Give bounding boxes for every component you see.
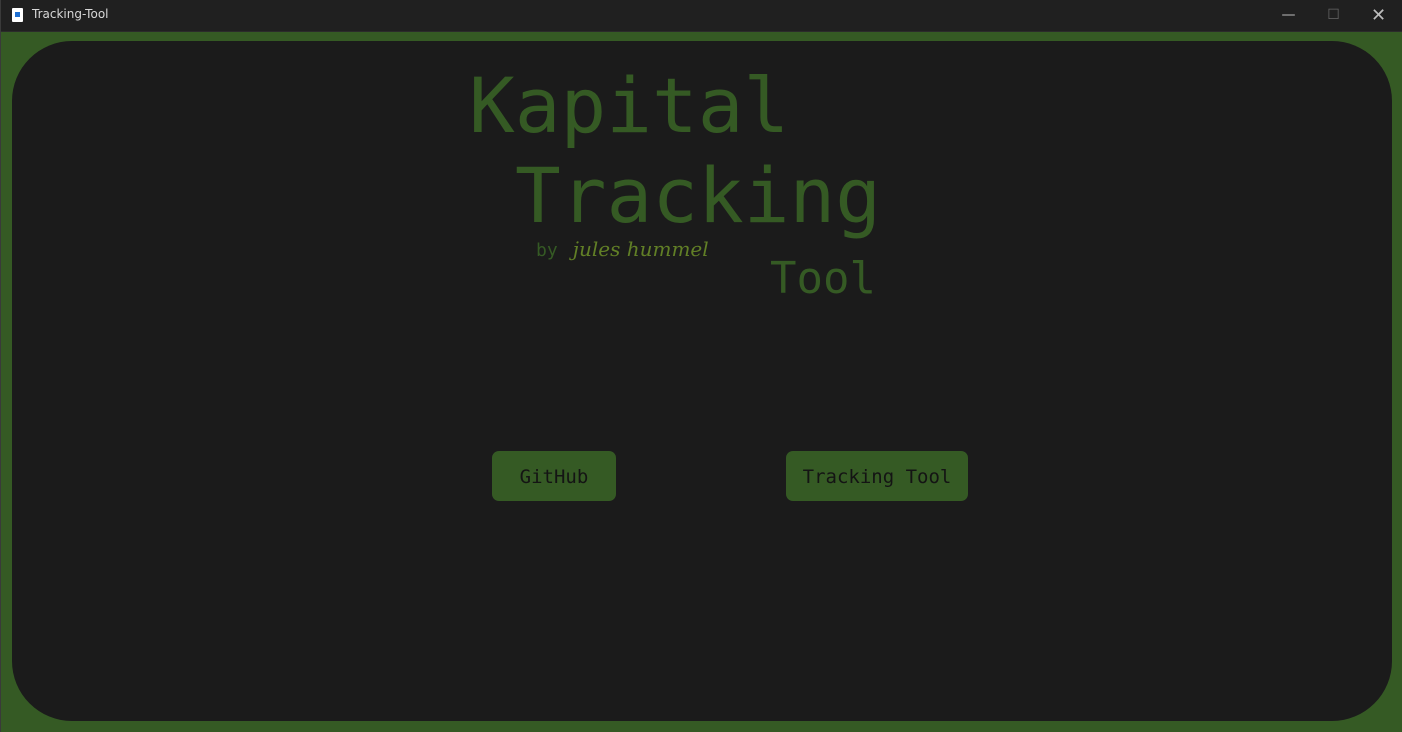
title-bar[interactable]: Tracking-Tool — ☐ ✕ — [1, 0, 1402, 32]
title-tool: Tool — [770, 253, 876, 304]
window-title: Tracking-Tool — [32, 7, 109, 21]
by-label: by — [536, 240, 558, 261]
minimize-button[interactable]: — — [1266, 0, 1311, 31]
app-window: Tracking-Tool — ☐ ✕ Kapital Tracking by … — [0, 0, 1402, 732]
tracking-tool-button[interactable]: Tracking Tool — [786, 451, 968, 501]
title-tracking: Tracking — [515, 151, 882, 240]
maximize-button[interactable]: ☐ — [1311, 0, 1356, 31]
title-kapital: Kapital — [469, 61, 790, 150]
main-panel: Kapital Tracking by jules hummel Tool Gi… — [12, 41, 1392, 721]
author-byline: by jules hummel — [536, 237, 709, 261]
github-button[interactable]: GitHub — [492, 451, 616, 501]
author-name: jules hummel — [572, 237, 709, 261]
app-icon — [12, 8, 23, 22]
close-button[interactable]: ✕ — [1356, 0, 1401, 31]
